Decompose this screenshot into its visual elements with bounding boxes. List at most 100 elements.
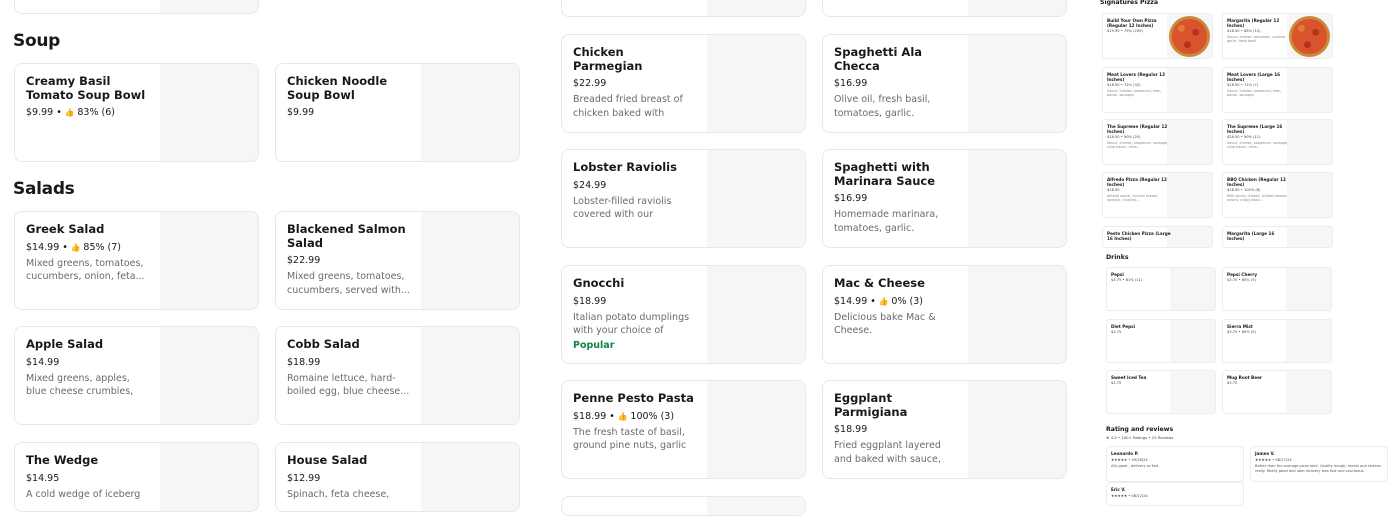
pizza-item-card[interactable]: Build Your Own Pizza (Regular 12 Inches)… [1102, 13, 1213, 59]
pizza-item-card[interactable]: The Supreme (Large 16 Inches) $28.50 • 90… [1222, 119, 1333, 165]
pizza-item-card[interactable]: Meat Lovers (Large 16 Inches) $28.50 • 71… [1222, 67, 1333, 113]
menu-item-name: The Wedge [26, 453, 99, 467]
drink-item-text: Pepsi Cherry $3.75 • 60% (5) [1227, 272, 1291, 283]
pizza-item-card[interactable]: Margarita (Large 16 Inches) [1222, 226, 1333, 248]
menu-item-meta: $12.99 [287, 472, 411, 485]
drink-item-meta: $3.75 [1227, 381, 1238, 385]
menu-item-image [421, 327, 519, 424]
menu-item-meta: $16.99 [834, 77, 958, 90]
menu-item-meta: $22.99 [287, 254, 411, 267]
menu-item-card[interactable]: Cobb Salad $18.99 Romaine lettuce, hard-bo… [275, 326, 520, 425]
drink-item-text: Sierra Mist $3.75 • 60% (5) [1227, 324, 1291, 335]
menu-item-meta: $9.99 • 👍 83% (6) [26, 106, 150, 119]
menu-item-price: $14.99 [26, 241, 60, 253]
menu-item-card[interactable]: Chicken Noodle Soup Bowl $9.99 [275, 63, 520, 162]
menu-item-price: $14.99 [26, 356, 60, 368]
review-card[interactable]: Eric V. ★★★★★ • 08/12/24 [1106, 482, 1244, 506]
menu-item-card[interactable]: Eggplant Parmigiana $18.99 Fried eggplant … [822, 380, 1067, 479]
menu-item-card[interactable]: Creamy Basil Tomato Soup Bowl $9.99 • 👍 8… [14, 63, 259, 162]
menu-item-card[interactable]: Chicken Parmegian $22.99 Breaded fried bre… [561, 34, 806, 133]
pizza-item-text: Margarita (Regular 12 Inches) $18.50 • 85… [1227, 18, 1291, 44]
pizza-item-card[interactable]: Meat Lovers (Regular 12 Inches) $18.50 • … [1102, 67, 1213, 113]
menu-item-card[interactable]: Spaghetti with Marinara Sauce $16.99 Homem… [822, 149, 1067, 248]
menu-item-card-cut[interactable] [822, 0, 1067, 17]
menu-item-text: Apple Salad $14.99 Mixed greens, apples, b… [26, 337, 150, 399]
menu-item-card[interactable]: Blackened Salmon Salad $22.99 Mixed greens… [275, 211, 520, 310]
menu-item-description: A cold wedge of iceberg [26, 488, 141, 500]
menu-item-card[interactable]: Lobster Raviolis $24.99 Lobster-filled rav… [561, 149, 806, 248]
menu-item-card[interactable]: Penne Pesto Pasta $18.99 • 👍 100% (3) The … [561, 380, 806, 479]
menu-item-image [968, 35, 1066, 132]
section-heading-soup: Soup [13, 31, 60, 51]
menu-item-image [968, 0, 1066, 16]
menu-item-card-cut[interactable] [561, 496, 806, 516]
menu-item-card[interactable]: Greek Salad $14.99 • 👍 85% (7) Mixed green… [14, 211, 259, 310]
menu-item-price: $18.99 [287, 356, 321, 368]
menu-item-card[interactable]: The Wedge $14.95 A cold wedge of iceberg [14, 442, 259, 512]
pizza-item-image [1287, 173, 1332, 217]
menu-item-price: $22.99 [573, 78, 607, 89]
pizza-item-name: Pesto Chicken Pizza (Large 16 Inches) [1107, 231, 1171, 241]
menu-item-image [160, 443, 258, 511]
reviewer-name: Eric V. [1111, 487, 1126, 492]
menu-item-meta: $18.99 • 👍 100% (3) [573, 410, 697, 423]
pizza-item-card[interactable]: Pesto Chicken Pizza (Large 16 Inches) [1102, 226, 1213, 248]
review-card[interactable]: James V. ★★★★★ • 08/17/24 Better than the … [1250, 446, 1388, 482]
pizza-item-meta: $18.50 • 90% (20) [1107, 135, 1141, 139]
menu-item-text: Eggplant Parmigiana $18.99 Fried eggplant … [834, 391, 958, 466]
drink-item-image [1170, 371, 1215, 413]
pizza-item-text: Margarita (Large 16 Inches) [1227, 231, 1291, 241]
review-stars: ★★★★★ • 08/12/24 [1111, 494, 1148, 498]
menu-item-price: $16.99 [834, 193, 868, 204]
drink-item-card[interactable]: Sierra Mist $3.75 • 60% (5) [1222, 319, 1332, 363]
drink-item-card[interactable]: Diet Pepsi $3.75 [1106, 319, 1216, 363]
pizza-item-image [1167, 14, 1212, 58]
menu-item-text: Lobster Raviolis $24.99 Lobster-filled rav… [573, 160, 697, 222]
menu-item-card[interactable]: Spaghetti Ala Checca $16.99 Olive oil, fre… [822, 34, 1067, 133]
menu-item-description: Italian potato dumplings with your choic… [573, 311, 690, 337]
drink-item-card[interactable]: Pepsi $3.75 • 81% (11) [1106, 267, 1216, 311]
menu-item-card[interactable]: House Salad $12.99 Spinach, feta cheese, [275, 442, 520, 512]
pizza-item-text: The Supreme (Large 16 Inches) $28.50 • 90… [1227, 124, 1291, 150]
menu-item-meta: $16.99 [834, 192, 958, 205]
pizza-item-card[interactable]: Margarita (Regular 12 Inches) $18.50 • 85… [1222, 13, 1333, 59]
separator-dot: • [53, 107, 65, 118]
menu-item-text: House Salad $12.99 Spinach, feta cheese, [287, 453, 411, 501]
drink-item-name: Pepsi [1111, 272, 1124, 277]
pizza-item-text: Alfredo Pizza (Regular 12 Inches) $18.50 A… [1107, 177, 1171, 203]
menu-item-image [421, 64, 519, 161]
thumbs-up-icon: 👍 [64, 108, 78, 117]
menu-item-card[interactable]: Apple Salad $14.99 Mixed greens, apples, b… [14, 326, 259, 425]
menu-item-text: Spaghetti Ala Checca $16.99 Olive oil, fre… [834, 45, 958, 120]
drink-item-card[interactable]: Pepsi Cherry $3.75 • 60% (5) [1222, 267, 1332, 311]
menu-item-card-cut[interactable] [561, 0, 806, 17]
pizza-item-card[interactable]: Alfredo Pizza (Regular 12 Inches) $18.50 A… [1102, 172, 1213, 218]
menu-item-card[interactable]: Mac & Cheese $14.99 • 👍 0% (3) Delicious b… [822, 265, 1067, 364]
menu-item-text: Cobb Salad $18.99 Romaine lettuce, hard-bo… [287, 337, 411, 399]
menu-item-card[interactable]: Gnocchi $18.99 Italian potato dumplings wi… [561, 265, 806, 364]
menu-item-image [421, 212, 519, 309]
pizza-item-name: Alfredo Pizza (Regular 12 Inches) [1107, 177, 1167, 187]
menu-item-image [707, 266, 805, 363]
review-text: Better than the average pizza joint. Qua… [1255, 464, 1382, 473]
pizza-item-card[interactable]: BBQ Chicken (Regular 12 Inches) $18.50 • … [1222, 172, 1333, 218]
separator-dot: • [59, 241, 71, 253]
drink-item-meta: $3.75 • 81% (11) [1111, 278, 1143, 282]
pizza-item-description: Sauce, cheese, pepperoni, sausage, crisp… [1107, 141, 1169, 150]
menu-item-rating: 85% (7) [83, 241, 122, 253]
menu-item-price: $14.95 [26, 472, 60, 484]
pizza-item-name: Meat Lovers (Regular 12 Inches) [1107, 72, 1165, 82]
drink-item-card[interactable]: Sweet Iced Tea $3.75 [1106, 370, 1216, 414]
menu-item-text: Creamy Basil Tomato Soup Bowl $9.99 • 👍 8… [26, 74, 150, 122]
drink-item-meta: $3.75 [1111, 330, 1122, 334]
menu-item-card-cut[interactable] [14, 0, 259, 14]
review-card[interactable]: Leonardo P. ★★★★★ • 09/18/24 Alls good - d… [1106, 446, 1244, 482]
drink-item-card[interactable]: Mug Root Beer $3.75 [1222, 370, 1332, 414]
menu-item-image [421, 443, 519, 511]
pizza-item-image [1167, 120, 1212, 164]
drink-item-meta: $3.75 • 60% (5) [1227, 278, 1256, 282]
pizza-item-card[interactable]: The Supreme (Regular 12 Inches) $18.50 • … [1102, 119, 1213, 165]
menu-item-name: Blackened Salmon Salad [287, 222, 406, 250]
menu-item-text: Penne Pesto Pasta $18.99 • 👍 100% (3) The … [573, 391, 697, 453]
pizza-item-image [1167, 227, 1212, 247]
